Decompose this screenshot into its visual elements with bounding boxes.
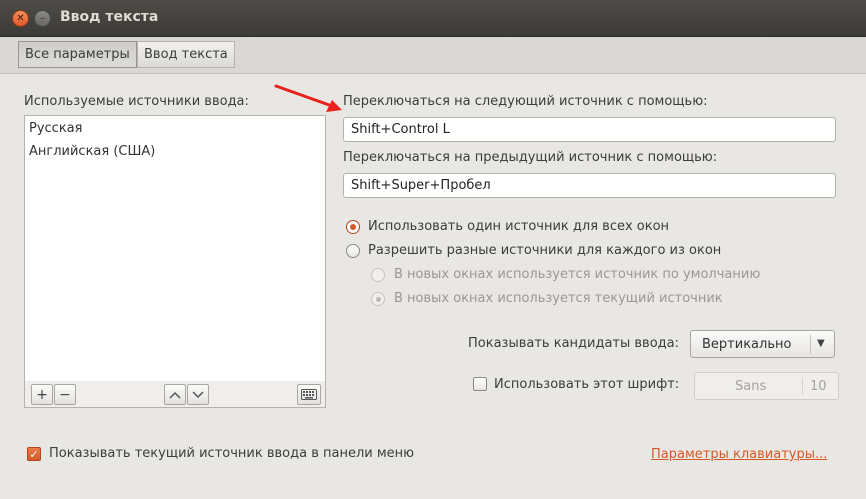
default-source-label[interactable]: В новых окнах используется источник по у… <box>394 267 760 282</box>
current-source-radio[interactable] <box>371 292 385 306</box>
move-up-button[interactable] <box>164 384 186 405</box>
move-down-button[interactable] <box>187 384 209 405</box>
show-in-menu-label[interactable]: Показывать текущий источник ввода в пане… <box>49 446 414 461</box>
current-source-label[interactable]: В новых окнах используется текущий источ… <box>394 291 723 306</box>
checkmark-icon: ✓ <box>29 447 39 461</box>
sources-list-toolbar: + − <box>24 381 326 408</box>
candidates-value: Вертикально <box>702 337 792 352</box>
annotation-arrow-icon <box>274 84 342 112</box>
keyboard-layout-button[interactable] <box>297 384 321 405</box>
font-name: Sans <box>735 379 767 394</box>
minimize-button[interactable]: – <box>34 10 51 27</box>
keyboard-settings-link[interactable]: Параметры клавиатуры... <box>651 447 827 462</box>
close-icon: ✕ <box>16 12 25 24</box>
default-source-radio[interactable] <box>371 268 385 282</box>
candidates-combo[interactable]: Вертикально ▼ <box>690 330 835 358</box>
list-item[interactable]: Русская <box>29 121 82 136</box>
prev-shortcut-label: Переключаться на предыдущий источник с п… <box>343 150 718 165</box>
sources-list: Русская Английская (США) <box>24 115 326 383</box>
per-window-label[interactable]: Разрешить разные источники для каждого и… <box>368 243 721 258</box>
sources-label: Используемые источники ввода: <box>24 94 249 109</box>
minimize-icon: – <box>40 12 45 24</box>
chevron-up-icon <box>169 391 181 399</box>
same-source-label[interactable]: Использовать один источник для всех окон <box>368 219 669 234</box>
next-shortcut-field[interactable]: Shift+Control L <box>343 117 836 142</box>
candidates-label: Показывать кандидаты ввода: <box>468 336 680 351</box>
font-size: 10 <box>810 379 827 394</box>
combo-divider <box>810 335 811 354</box>
font-picker-button[interactable]: Sans 10 <box>694 372 839 400</box>
chevron-down-icon <box>192 390 204 398</box>
window-title: Ввод текста <box>60 9 159 25</box>
prev-shortcut-field[interactable]: Shift+Super+Пробел <box>343 173 836 198</box>
use-font-checkbox[interactable] <box>473 377 487 391</box>
add-source-button[interactable]: + <box>31 384 53 405</box>
font-divider <box>802 378 803 395</box>
list-item[interactable]: Английская (США) <box>29 144 155 159</box>
use-font-label[interactable]: Использовать этот шрифт: <box>494 377 679 392</box>
per-window-radio[interactable] <box>346 244 360 258</box>
tab-all-settings[interactable]: Все параметры <box>18 41 137 68</box>
same-source-radio[interactable] <box>346 220 360 234</box>
dropdown-arrow-icon: ▼ <box>817 338 825 349</box>
keyboard-icon <box>301 389 317 400</box>
next-shortcut-label: Переключаться на следующий источник с по… <box>343 94 708 109</box>
remove-source-button[interactable]: − <box>54 384 76 405</box>
show-in-menu-checkbox[interactable]: ✓ <box>27 447 41 461</box>
close-button[interactable]: ✕ <box>12 10 29 27</box>
tab-text-entry[interactable]: Ввод текста <box>137 41 235 68</box>
